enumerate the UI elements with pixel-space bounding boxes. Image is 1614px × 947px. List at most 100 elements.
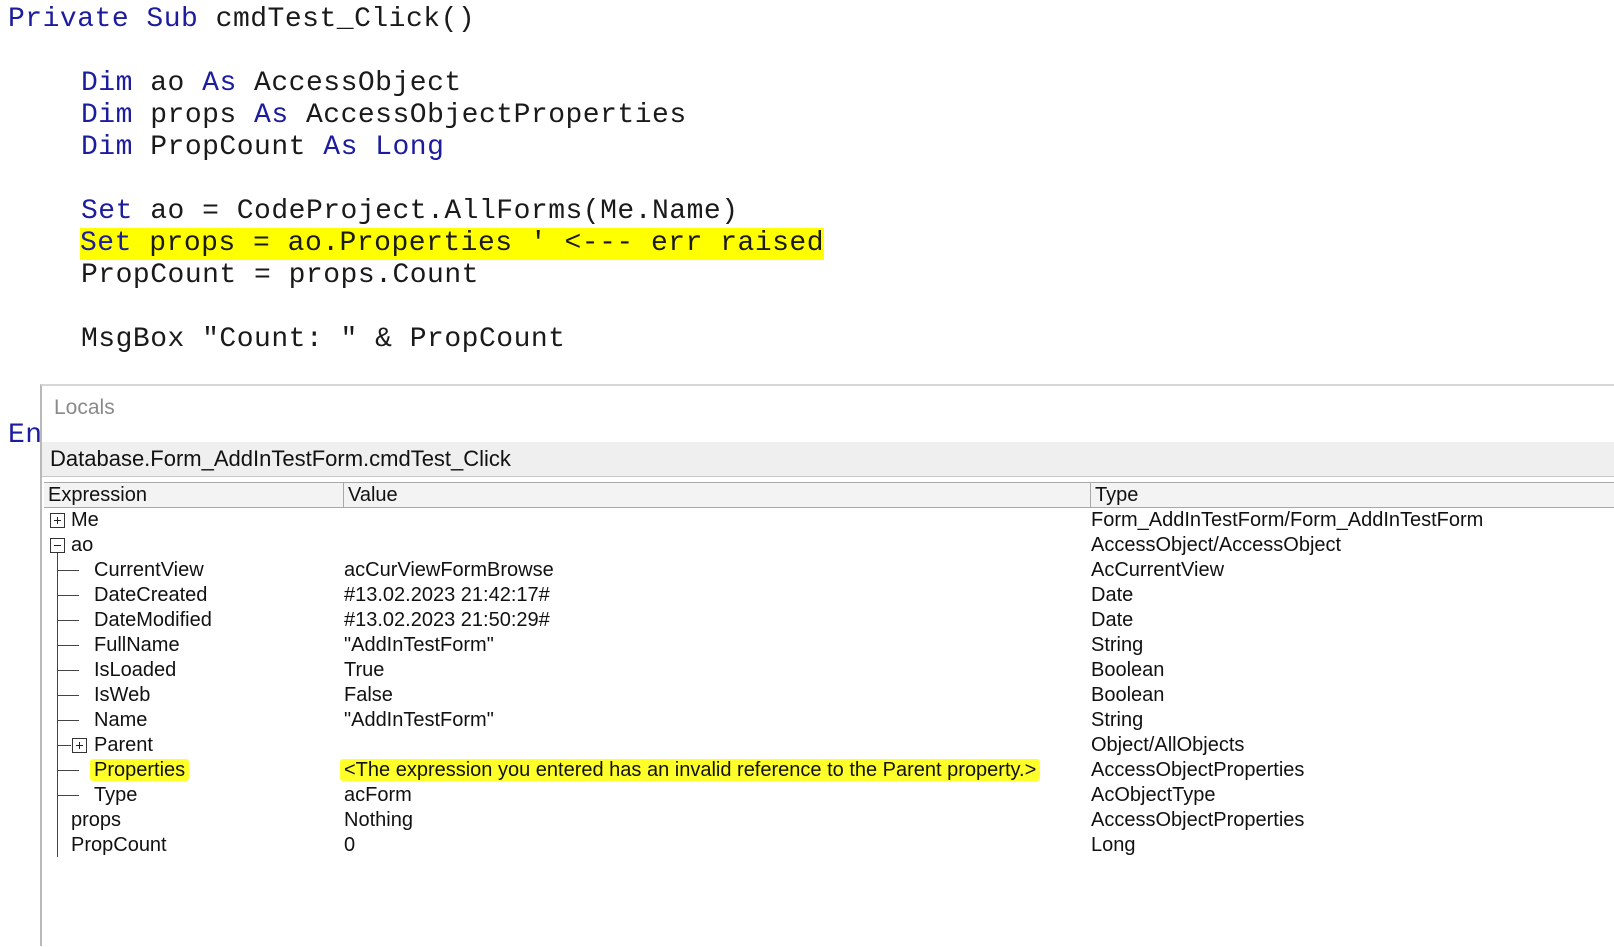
table-row[interactable]: DateCreated #13.02.2023 21:42:17# Date (44, 583, 1614, 608)
code-text: PropCount (132, 132, 324, 163)
expression-cell: IsLoaded (94, 659, 177, 681)
context-path: Database.Form_AddInTestForm.cmdTest_Clic… (50, 446, 511, 471)
type-cell: Object/AllObjects (1091, 734, 1245, 756)
expression-cell: Type (94, 784, 138, 806)
value-cell: 0 (344, 834, 356, 856)
code-text: cmdTest_Click() (198, 4, 476, 35)
type-cell: Long (1091, 834, 1136, 856)
value-cell: #13.02.2023 21:50:29# (344, 609, 550, 631)
type-cell: String (1091, 709, 1144, 731)
expression-cell: IsWeb (94, 684, 151, 706)
tree-branch-line (57, 720, 79, 721)
table-row[interactable]: FullName "AddInTestForm" String (44, 633, 1614, 658)
type-cell: AcCurrentView (1091, 559, 1225, 581)
table-row[interactable]: Me Form_AddInTestForm/Form_AddInTestForm (44, 508, 1614, 533)
expand-plus-icon[interactable] (72, 738, 87, 753)
code-line-dim-propcount[interactable]: Dim PropCount As Long (81, 132, 444, 164)
keyword: Set (80, 228, 132, 259)
table-row[interactable]: IsLoaded True Boolean (44, 658, 1614, 683)
code-text: props (132, 100, 255, 131)
code-text: ao (132, 68, 203, 99)
keyword: Dim (81, 132, 133, 163)
column-header-expression[interactable]: Expression (44, 483, 344, 508)
table-row[interactable]: PropCount 0 Long (44, 833, 1614, 858)
keyword: Long (357, 132, 445, 163)
table-row[interactable]: IsWeb False Boolean (44, 683, 1614, 708)
expression-cell: ao (71, 534, 94, 556)
table-row[interactable]: ao AccessObject/AccessObject (44, 533, 1614, 558)
keyword: Dim (81, 68, 133, 99)
value-cell: "AddInTestForm" (344, 709, 494, 731)
type-cell: Date (1091, 609, 1134, 631)
table-row[interactable]: Name "AddInTestForm" String (44, 708, 1614, 733)
collapse-minus-icon[interactable] (50, 538, 65, 553)
keyword: As (254, 100, 289, 131)
keyword: Dim (81, 100, 133, 131)
type-cell: String (1091, 634, 1144, 656)
locals-grid[interactable]: Expression Value Type Me Form_AddInTestF… (44, 482, 1614, 947)
type-cell: AcObjectType (1091, 784, 1216, 806)
expression-cell: CurrentView (94, 559, 204, 581)
keyword: Private Sub (8, 4, 199, 35)
tree-branch-line (57, 745, 71, 746)
code-line-propcount[interactable]: PropCount = props.Count (81, 260, 479, 292)
tree-branch-line (57, 695, 79, 696)
expression-cell: Name (94, 709, 148, 731)
code-text: AccessObject (236, 68, 462, 99)
table-row[interactable]: DateModified #13.02.2023 21:50:29# Date (44, 608, 1614, 633)
table-row[interactable]: Parent Object/AllObjects (44, 733, 1614, 758)
expression-cell: Me (71, 509, 99, 531)
locals-title: Locals (54, 396, 115, 419)
type-cell: AccessObject/AccessObject (1091, 534, 1342, 556)
value-cell: "AddInTestForm" (344, 634, 494, 656)
expression-cell: DateCreated (94, 584, 208, 606)
value-cell: True (344, 659, 385, 681)
keyword: As (323, 132, 358, 163)
table-row[interactable]: Type acForm AcObjectType (44, 783, 1614, 808)
type-cell: Boolean (1091, 684, 1165, 706)
code-line-set-props-highlighted[interactable]: Set props = ao.Properties ' <--- err rai… (80, 228, 825, 260)
code-line-sub-declaration[interactable]: Private Sub cmdTest_Click() (8, 4, 475, 36)
type-cell: Boolean (1091, 659, 1165, 681)
locals-window[interactable]: Locals Database.Form_AddInTestForm.cmdTe… (40, 384, 1614, 946)
table-row[interactable]: CurrentView acCurViewFormBrowse AcCurren… (44, 558, 1614, 583)
value-cell: acCurViewFormBrowse (344, 559, 554, 581)
expand-plus-icon[interactable] (50, 513, 65, 528)
value-cell: #13.02.2023 21:42:17# (344, 584, 550, 606)
column-header-type[interactable]: Type (1091, 483, 1614, 508)
expression-cell: DateModified (94, 609, 212, 631)
error-value-cell: <The expression you entered has an inval… (340, 759, 1041, 781)
table-row[interactable]: props Nothing AccessObjectProperties (44, 808, 1614, 833)
code-text: props = ao.Properties ' <--- err raised (131, 228, 825, 259)
code-text: ao = CodeProject.AllForms(Me.Name) (132, 196, 739, 227)
value-cell-wrap: <The expression you entered has an inval… (340, 758, 1041, 783)
type-cell: Date (1091, 584, 1134, 606)
expression-cell: PropCount (71, 834, 167, 856)
code-line-dim-ao[interactable]: Dim ao As AccessObject (81, 68, 462, 100)
expression-cell: Properties (90, 759, 190, 781)
expression-cell: props (71, 809, 122, 831)
expression-cell-wrap: Properties (90, 758, 190, 783)
tree-branch-line (57, 670, 79, 671)
type-cell: Form_AddInTestForm/Form_AddInTestForm (1091, 509, 1484, 531)
code-line-msgbox[interactable]: MsgBox "Count: " & PropCount (81, 324, 565, 356)
code-line-end-sub-partial[interactable]: En (8, 420, 43, 452)
code-line-dim-props[interactable]: Dim props As AccessObjectProperties (81, 100, 687, 132)
tree-branch-line (57, 595, 79, 596)
tree-branch-line (57, 770, 79, 771)
code-text: AccessObjectProperties (288, 100, 687, 131)
keyword: As (202, 68, 237, 99)
tree-branch-line (57, 620, 79, 621)
tree-branch-line (57, 645, 79, 646)
context-bar: Database.Form_AddInTestForm.cmdTest_Clic… (42, 442, 1614, 477)
expression-cell: FullName (94, 634, 180, 656)
value-cell: acForm (344, 784, 412, 806)
expression-cell: Parent (94, 734, 153, 756)
type-cell: AccessObjectProperties (1091, 759, 1305, 781)
tree-branch-line (57, 570, 79, 571)
type-cell: AccessObjectProperties (1091, 809, 1305, 831)
column-header-value[interactable]: Value (344, 483, 1091, 508)
value-cell: False (344, 684, 393, 706)
table-row-error[interactable]: Properties <The expression you entered h… (44, 758, 1614, 783)
code-line-set-ao[interactable]: Set ao = CodeProject.AllForms(Me.Name) (81, 196, 739, 228)
